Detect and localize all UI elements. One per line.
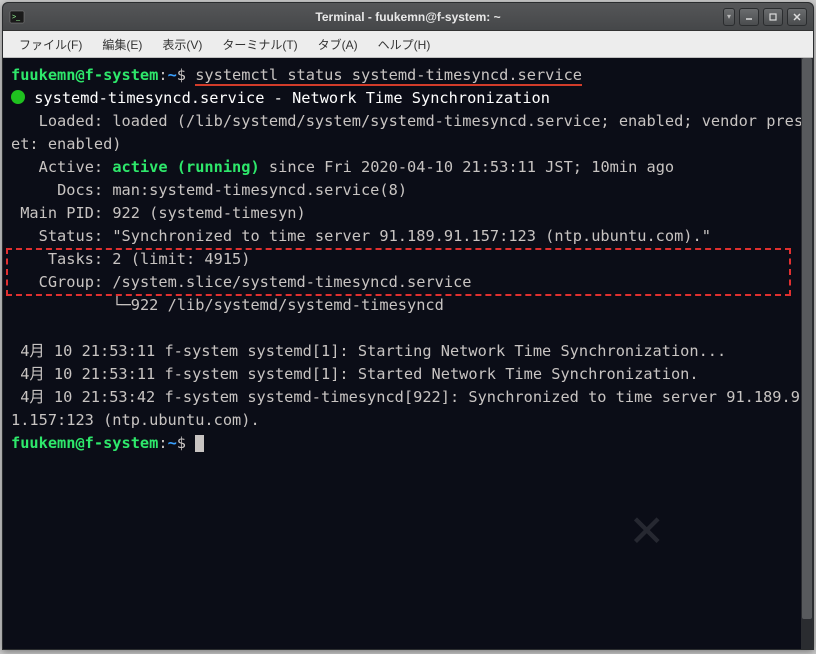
terminal-output[interactable]: fuukemn@f-system:~$ systemctl status sys… [3,58,813,649]
docs-line: Docs: man:systemd-timesyncd.service(8) [11,181,407,199]
menu-terminal[interactable]: ターミナル(T) [212,32,307,57]
mainpid-line: Main PID: 922 (systemd-timesyn) [11,204,306,222]
loaded-line: Loaded: loaded (/lib/systemd/system/syst… [11,112,803,153]
prompt-sep: : [158,66,167,84]
watermark-x-icon: ✕ [630,516,663,539]
prompt-dollar: $ [177,66,195,84]
log-line-2: 4月 10 21:53:11 f-system systemd[1]: Star… [11,365,699,383]
prompt-user-2: fuukemn@f-system [11,434,158,452]
active-pre: Active: [11,158,112,176]
cgroup-line-2: └─922 /lib/systemd/systemd-timesyncd [11,296,444,314]
status-dot-icon [11,90,25,104]
maximize-button[interactable] [763,8,783,26]
menubar: ファイル(F) 編集(E) 表示(V) ターミナル(T) タブ(A) ヘルプ(H… [3,31,813,58]
prompt-user: fuukemn@f-system [11,66,158,84]
active-status: active (running) [112,158,259,176]
service-header: systemd-timesyncd.service - Network Time… [34,89,550,107]
window-titlebar[interactable]: >_ Terminal - fuukemn@f-system: ~ ▾ [3,3,813,31]
window-menu-dropdown[interactable]: ▾ [723,8,735,26]
terminal-window: >_ Terminal - fuukemn@f-system: ~ ▾ ファイル… [2,2,814,650]
log-line-1: 4月 10 21:53:11 f-system systemd[1]: Star… [11,342,726,360]
prompt-path-2: ~ [168,434,177,452]
scrollbar-thumb[interactable] [802,58,812,619]
active-post: since Fri 2020-04-10 21:53:11 JST; 10min… [260,158,674,176]
close-button[interactable] [787,8,807,26]
cgroup-line-1: CGroup: /system.slice/systemd-timesyncd.… [11,273,472,291]
terminal-scrollbar[interactable] [801,58,813,649]
status-line: Status: "Synchronized to time server 91.… [11,227,711,245]
menu-view[interactable]: 表示(V) [152,32,212,57]
log-line-3: 4月 10 21:53:42 f-system systemd-timesync… [11,388,800,429]
window-title: Terminal - fuukemn@f-system: ~ [3,10,813,24]
menu-file[interactable]: ファイル(F) [9,32,92,57]
menu-edit[interactable]: 編集(E) [92,32,152,57]
menu-help[interactable]: ヘルプ(H) [368,32,441,57]
minimize-button[interactable] [739,8,759,26]
window-controls: ▾ [723,8,807,26]
prompt-path: ~ [168,66,177,84]
menu-tab[interactable]: タブ(A) [308,32,368,57]
cursor-block [195,435,204,452]
terminal-app-icon: >_ [9,9,25,25]
tasks-line: Tasks: 2 (limit: 4915) [11,250,250,268]
command-text: systemctl status systemd-timesyncd.servi… [195,66,582,86]
svg-text:>_: >_ [12,14,20,21]
